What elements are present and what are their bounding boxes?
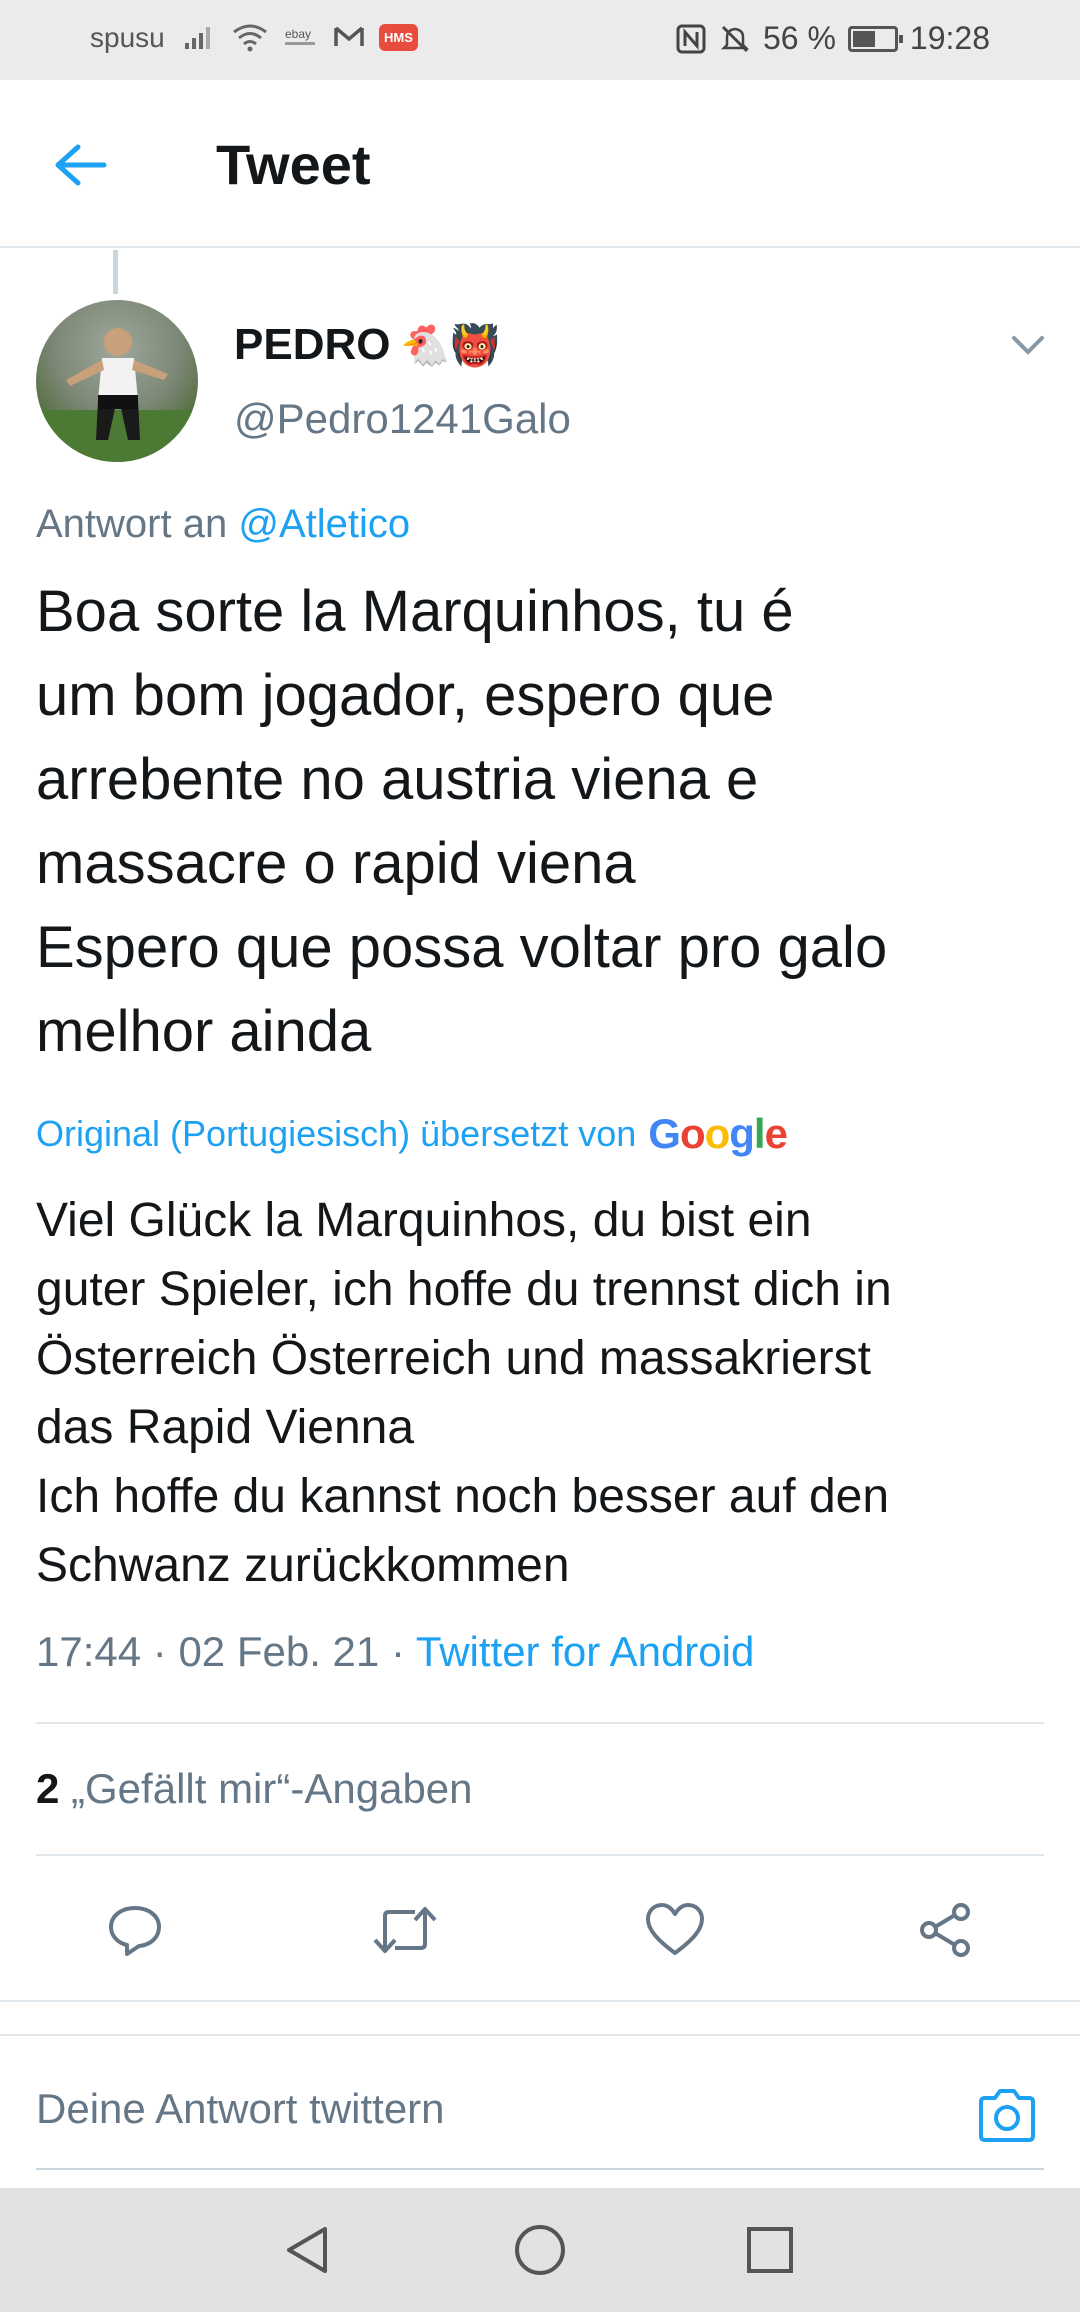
- nav-home-button[interactable]: [504, 2214, 576, 2286]
- recents-nav-icon: [747, 2227, 793, 2273]
- app-header: Tweet: [0, 80, 1080, 248]
- tweet-actions: [0, 1890, 1080, 1970]
- camera-icon: [979, 2089, 1035, 2142]
- back-button[interactable]: [50, 135, 110, 195]
- back-nav-icon: [287, 2227, 327, 2273]
- clock: 19:28: [909, 20, 990, 56]
- system-icons: 56 % 19:28: [675, 20, 990, 57]
- heart-icon: [646, 1903, 704, 1955]
- mute-icon: [720, 25, 750, 52]
- google-letter: G: [648, 1110, 681, 1157]
- google-letter: o: [704, 1110, 731, 1157]
- notification-icons: ebay HMS: [183, 22, 418, 52]
- reply-button[interactable]: [95, 1890, 175, 1970]
- battery-fill: [852, 30, 875, 47]
- hms-icon: HMS: [379, 23, 418, 51]
- likes-label: „Gefällt mir“-Angaben: [71, 1765, 473, 1812]
- arrow-left-icon: [55, 144, 107, 186]
- like-button[interactable]: [635, 1890, 715, 1970]
- carrier-label: spusu: [90, 22, 165, 53]
- battery-icon: [847, 25, 903, 52]
- google-letter: o: [679, 1110, 706, 1157]
- google-letter: e: [764, 1110, 788, 1157]
- player-photo-icon: [36, 328, 198, 462]
- share-icon: [920, 1903, 970, 1957]
- meta-separator-2: ·: [390, 1628, 405, 1675]
- avatar[interactable]: [36, 300, 198, 462]
- svg-text:ebay: ebay: [285, 27, 311, 41]
- page-title: Tweet: [216, 133, 371, 196]
- name-emojis: 🐔👹: [400, 323, 501, 368]
- navigation-bar: [0, 2188, 1080, 2312]
- likes-summary[interactable]: 2 „Gefällt mir“-Angaben: [36, 1765, 473, 1813]
- thread-connector: [113, 250, 118, 294]
- home-nav-icon: [515, 2225, 565, 2275]
- translation-label: Original (Portugiesisch) übersetzt von: [36, 1113, 637, 1154]
- share-button[interactable]: [905, 1890, 985, 1970]
- translation-attribution[interactable]: Original (Portugiesisch) übersetzt von G…: [36, 1110, 788, 1158]
- tweet-text: Boa sorte la Marquinhos, tu é um bom jog…: [36, 579, 888, 1064]
- section-divider: [0, 2000, 1080, 2036]
- nav-back-button[interactable]: [272, 2214, 344, 2286]
- google-letter: l: [753, 1110, 766, 1157]
- reply-prefix: Antwort an: [36, 502, 228, 546]
- nav-recents-button[interactable]: [734, 2214, 806, 2286]
- signal-icon: [185, 27, 210, 49]
- ebay-icon: ebay: [285, 27, 315, 45]
- google-logo: Google: [648, 1110, 788, 1158]
- tweet-source-link[interactable]: Twitter for Android: [416, 1628, 754, 1675]
- tweet-date: 02 Feb. 21: [178, 1628, 380, 1675]
- camera-button[interactable]: [972, 2080, 1042, 2150]
- battery-percent: 56 %: [762, 20, 836, 56]
- likes-count: 2: [36, 1765, 60, 1812]
- retweet-button[interactable]: [365, 1890, 445, 1970]
- meta-separator: ·: [152, 1628, 167, 1675]
- tweet-menu-button[interactable]: [1008, 330, 1048, 360]
- reply-mention-link[interactable]: @Atletico: [238, 502, 410, 546]
- translated-text: Viel Glück la Marquinhos, du bist ein gu…: [36, 1194, 892, 1592]
- tweet-time: 17:44: [36, 1628, 142, 1675]
- reply-input-underline: [36, 2168, 1044, 2170]
- reply-icon: [109, 1906, 161, 1956]
- gmail-icon: [334, 26, 364, 46]
- reply-context: Antwort an @Atletico: [36, 502, 410, 547]
- retweet-icon: [373, 1907, 437, 1953]
- wifi-icon: [233, 24, 267, 52]
- reply-input[interactable]: Deine Antwort twittern: [36, 2085, 936, 2133]
- status-bar: spusu ebay HMS 56 % 19:28: [0, 0, 1080, 80]
- display-name[interactable]: PEDRO 🐔👹: [234, 320, 500, 370]
- divider: [36, 1854, 1044, 1856]
- chevron-down-icon: [1012, 336, 1044, 355]
- tweet-metadata: 17:44 · 02 Feb. 21 · Twitter for Android: [36, 1628, 754, 1676]
- divider: [36, 1722, 1044, 1724]
- user-handle[interactable]: @Pedro1241Galo: [234, 395, 571, 443]
- display-name-text: PEDRO: [234, 320, 391, 369]
- nfc-icon: [676, 24, 706, 53]
- google-letter: g: [729, 1110, 755, 1157]
